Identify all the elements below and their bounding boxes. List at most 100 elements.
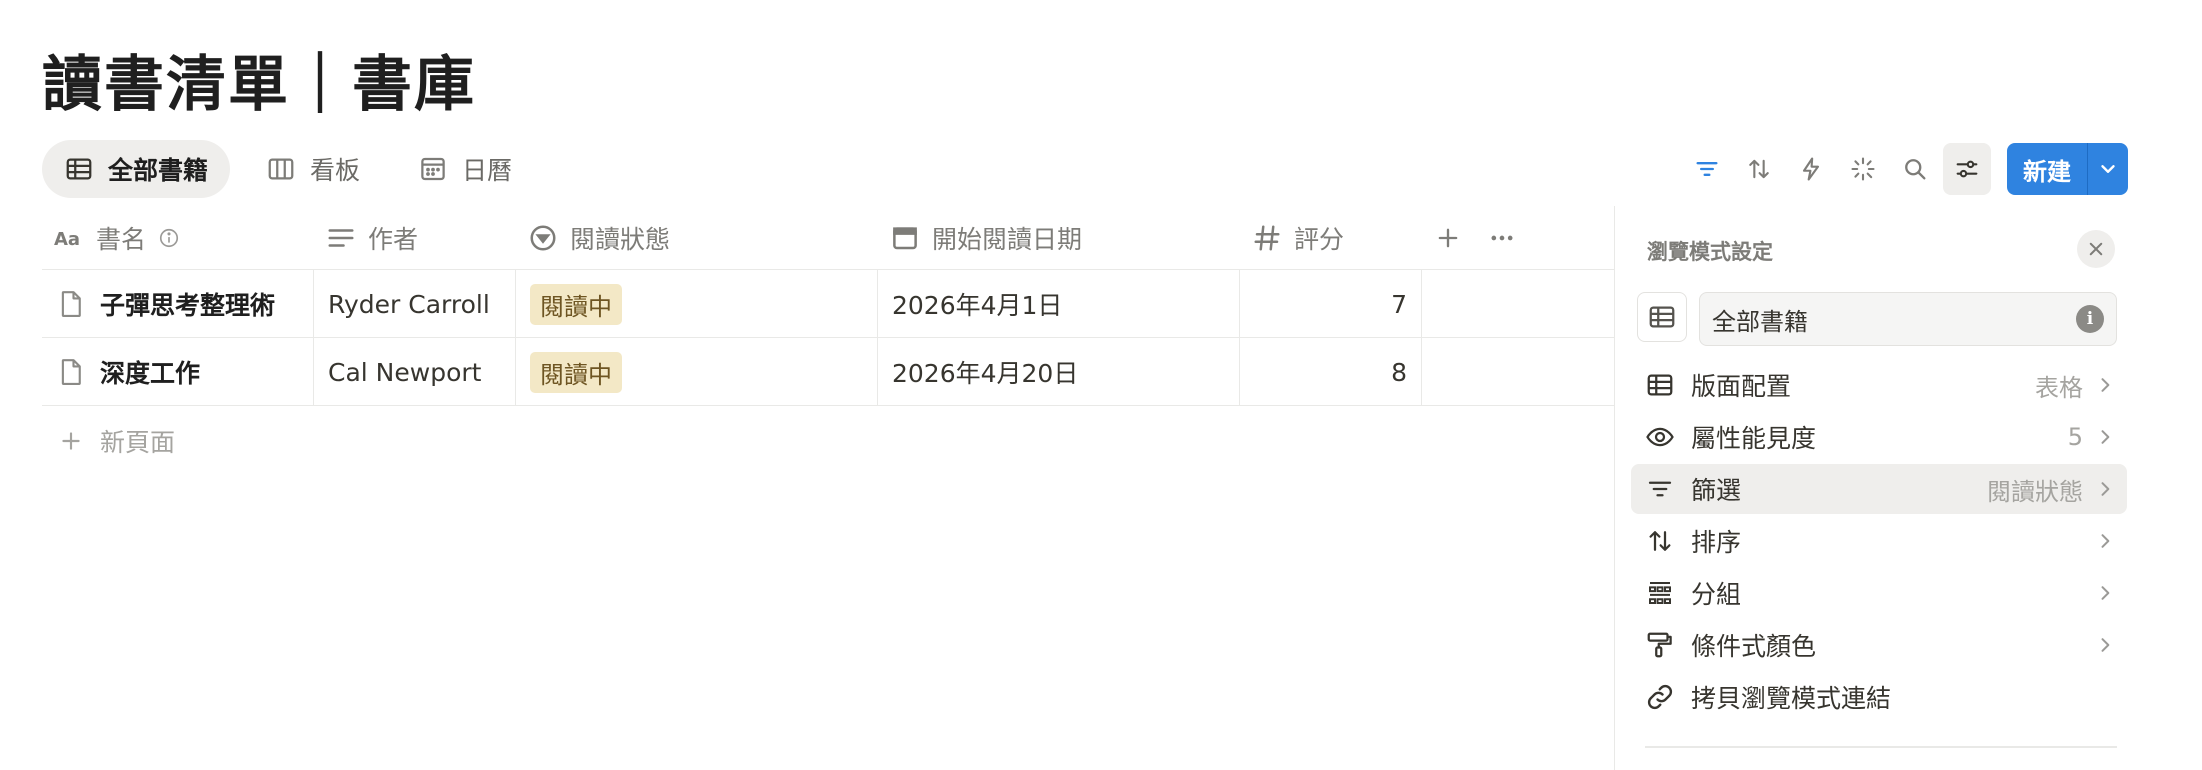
database-table: Aa 書名 作者 閱讀狀態 開始閱讀日期 評分 子彈思考整理術 Ryder Ca… — [42, 206, 1614, 476]
settings-sliders-icon — [1956, 160, 1978, 178]
close-icon — [2089, 242, 2103, 256]
chevron-right-icon — [2101, 378, 2110, 392]
cell-start-date[interactable]: 2026年4月20日 — [878, 338, 1240, 406]
tab-label: 日曆 — [462, 156, 513, 185]
plus-icon — [62, 432, 80, 450]
menu-item-label: 版面配置 — [1691, 372, 1792, 401]
new-dropdown-button[interactable] — [2088, 143, 2128, 195]
status-icon — [530, 225, 556, 250]
table-row[interactable]: 深度工作 Cal Newport 閱讀中 2026年4月20日 8 — [42, 338, 1614, 406]
eye-icon — [1646, 427, 1674, 447]
chevron-right-icon — [2101, 638, 2110, 652]
cell-status[interactable]: 閱讀中 — [516, 270, 878, 338]
cell-rating[interactable]: 7 — [1240, 270, 1422, 338]
menu-item-copy-link[interactable]: 拷貝瀏覽模式連結 — [1631, 672, 2127, 722]
tab-label: 全部書籍 — [108, 156, 209, 185]
view-name-input[interactable]: 全部書籍 i — [1699, 292, 2117, 346]
cell-title[interactable]: 深度工作 — [42, 338, 314, 406]
book-title: 子彈思考整理術 — [100, 291, 276, 320]
menu-item-layout[interactable]: 版面配置 表格 — [1631, 360, 2127, 410]
status-badge: 閱讀中 — [530, 283, 622, 325]
page-title: 讀書清單｜書庫 — [42, 50, 476, 120]
column-header-rating[interactable]: 評分 — [1240, 206, 1422, 270]
automation-button[interactable] — [1787, 143, 1835, 195]
menu-item-label: 分組 — [1691, 580, 1742, 609]
table-header: Aa 書名 作者 閱讀狀態 開始閱讀日期 評分 — [42, 206, 1614, 270]
column-label: 開始閱讀日期 — [932, 224, 1083, 254]
divider — [1645, 746, 2117, 748]
cell-status[interactable]: 閱讀中 — [516, 338, 878, 406]
status-badge: 閱讀中 — [530, 351, 622, 393]
new-button[interactable]: 新建 — [2007, 143, 2088, 195]
column-label: 閱讀狀態 — [570, 224, 671, 254]
view-settings-button[interactable] — [1943, 143, 1991, 195]
title-aa-icon: Aa — [54, 229, 80, 250]
menu-item-value: 表格 — [2035, 373, 2083, 402]
page-icon — [61, 359, 81, 385]
ai-button[interactable] — [1839, 143, 1887, 195]
more-options-icon[interactable] — [1488, 224, 1516, 252]
cell-rating[interactable]: 8 — [1240, 338, 1422, 406]
filter-icon — [1648, 481, 1672, 497]
filter-button[interactable] — [1683, 143, 1731, 195]
tab-board[interactable]: 看板 — [244, 140, 382, 198]
sort-button[interactable] — [1735, 143, 1783, 195]
menu-item-conditional-color[interactable]: 條件式顏色 — [1631, 620, 2127, 670]
settings-menu: 版面配置 表格 屬性能見度 5 篩選 閱讀狀態 排序 分組 條件式顏色 拷貝瀏覽… — [1631, 360, 2127, 724]
column-header-status[interactable]: 閱讀狀態 — [516, 206, 878, 270]
info-icon[interactable]: i — [2076, 305, 2104, 333]
new-button-group: 新建 — [2007, 143, 2128, 195]
cell-author[interactable]: Ryder Carroll — [314, 270, 516, 338]
chevron-right-icon — [2101, 586, 2110, 600]
view-name-row: 全部書籍 i — [1637, 292, 2117, 346]
new-page-label: 新頁面 — [100, 428, 176, 457]
menu-item-value: 閱讀狀態 — [1987, 477, 2083, 506]
chevron-right-icon — [2101, 482, 2110, 496]
new-page-button[interactable]: 新頁面 — [42, 406, 1614, 476]
filter-icon — [1696, 162, 1718, 176]
chevron-right-icon — [2101, 430, 2110, 444]
table-row[interactable]: 子彈思考整理術 Ryder Carroll 閱讀中 2026年4月1日 7 — [42, 270, 1614, 338]
column-header-start-date[interactable]: 開始閱讀日期 — [878, 206, 1240, 270]
view-tabs: 全部書籍 看板 日曆 — [42, 140, 534, 198]
view-toolbar: 新建 — [1683, 143, 2128, 195]
add-property-icon[interactable] — [1434, 224, 1462, 252]
cell-start-date[interactable]: 2026年4月1日 — [878, 270, 1240, 338]
hash-icon — [1254, 225, 1280, 250]
calendar-icon — [421, 157, 445, 181]
view-icon-button[interactable] — [1637, 292, 1687, 342]
paint-roller-icon — [1647, 632, 1672, 658]
column-header-title[interactable]: Aa 書名 — [42, 206, 314, 270]
svg-text:Aa: Aa — [54, 229, 80, 250]
menu-item-value: 5 — [2067, 423, 2083, 451]
calendar-icon — [893, 226, 917, 249]
cell-author[interactable]: Cal Newport — [314, 338, 516, 406]
table-icon — [1649, 306, 1675, 328]
info-icon[interactable] — [158, 227, 180, 249]
close-panel-button[interactable] — [2077, 230, 2115, 268]
cell-title[interactable]: 子彈思考整理術 — [42, 270, 314, 338]
table-icon — [66, 158, 92, 180]
menu-item-label: 拷貝瀏覽模式連結 — [1691, 684, 1892, 713]
menu-item-sort[interactable]: 排序 — [1631, 516, 2127, 566]
menu-item-group[interactable]: 分組 — [1631, 568, 2127, 618]
tab-calendar[interactable]: 日曆 — [396, 140, 534, 198]
automation-icon — [1802, 157, 1820, 181]
header-actions — [1422, 224, 1516, 252]
menu-item-label: 篩選 — [1691, 476, 1742, 505]
tab-all-books[interactable]: 全部書籍 — [42, 140, 231, 198]
menu-item-filter[interactable]: 篩選 閱讀狀態 — [1631, 464, 2127, 514]
board-icon — [268, 158, 294, 180]
column-label: 作者 — [368, 224, 419, 254]
cell-empty — [1422, 338, 1614, 406]
column-header-author[interactable]: 作者 — [314, 206, 516, 270]
link-icon — [1647, 684, 1673, 710]
menu-item-label: 屬性能見度 — [1691, 424, 1817, 453]
sort-icon — [1749, 159, 1769, 179]
search-button[interactable] — [1891, 143, 1939, 195]
menu-item-property-visibility[interactable]: 屬性能見度 5 — [1631, 412, 2127, 462]
layout-table-icon — [1647, 374, 1673, 396]
view-name-text: 全部書籍 — [1712, 307, 1808, 336]
cell-empty — [1422, 270, 1614, 338]
panel-heading: 瀏覽模式設定 — [1647, 240, 1773, 264]
